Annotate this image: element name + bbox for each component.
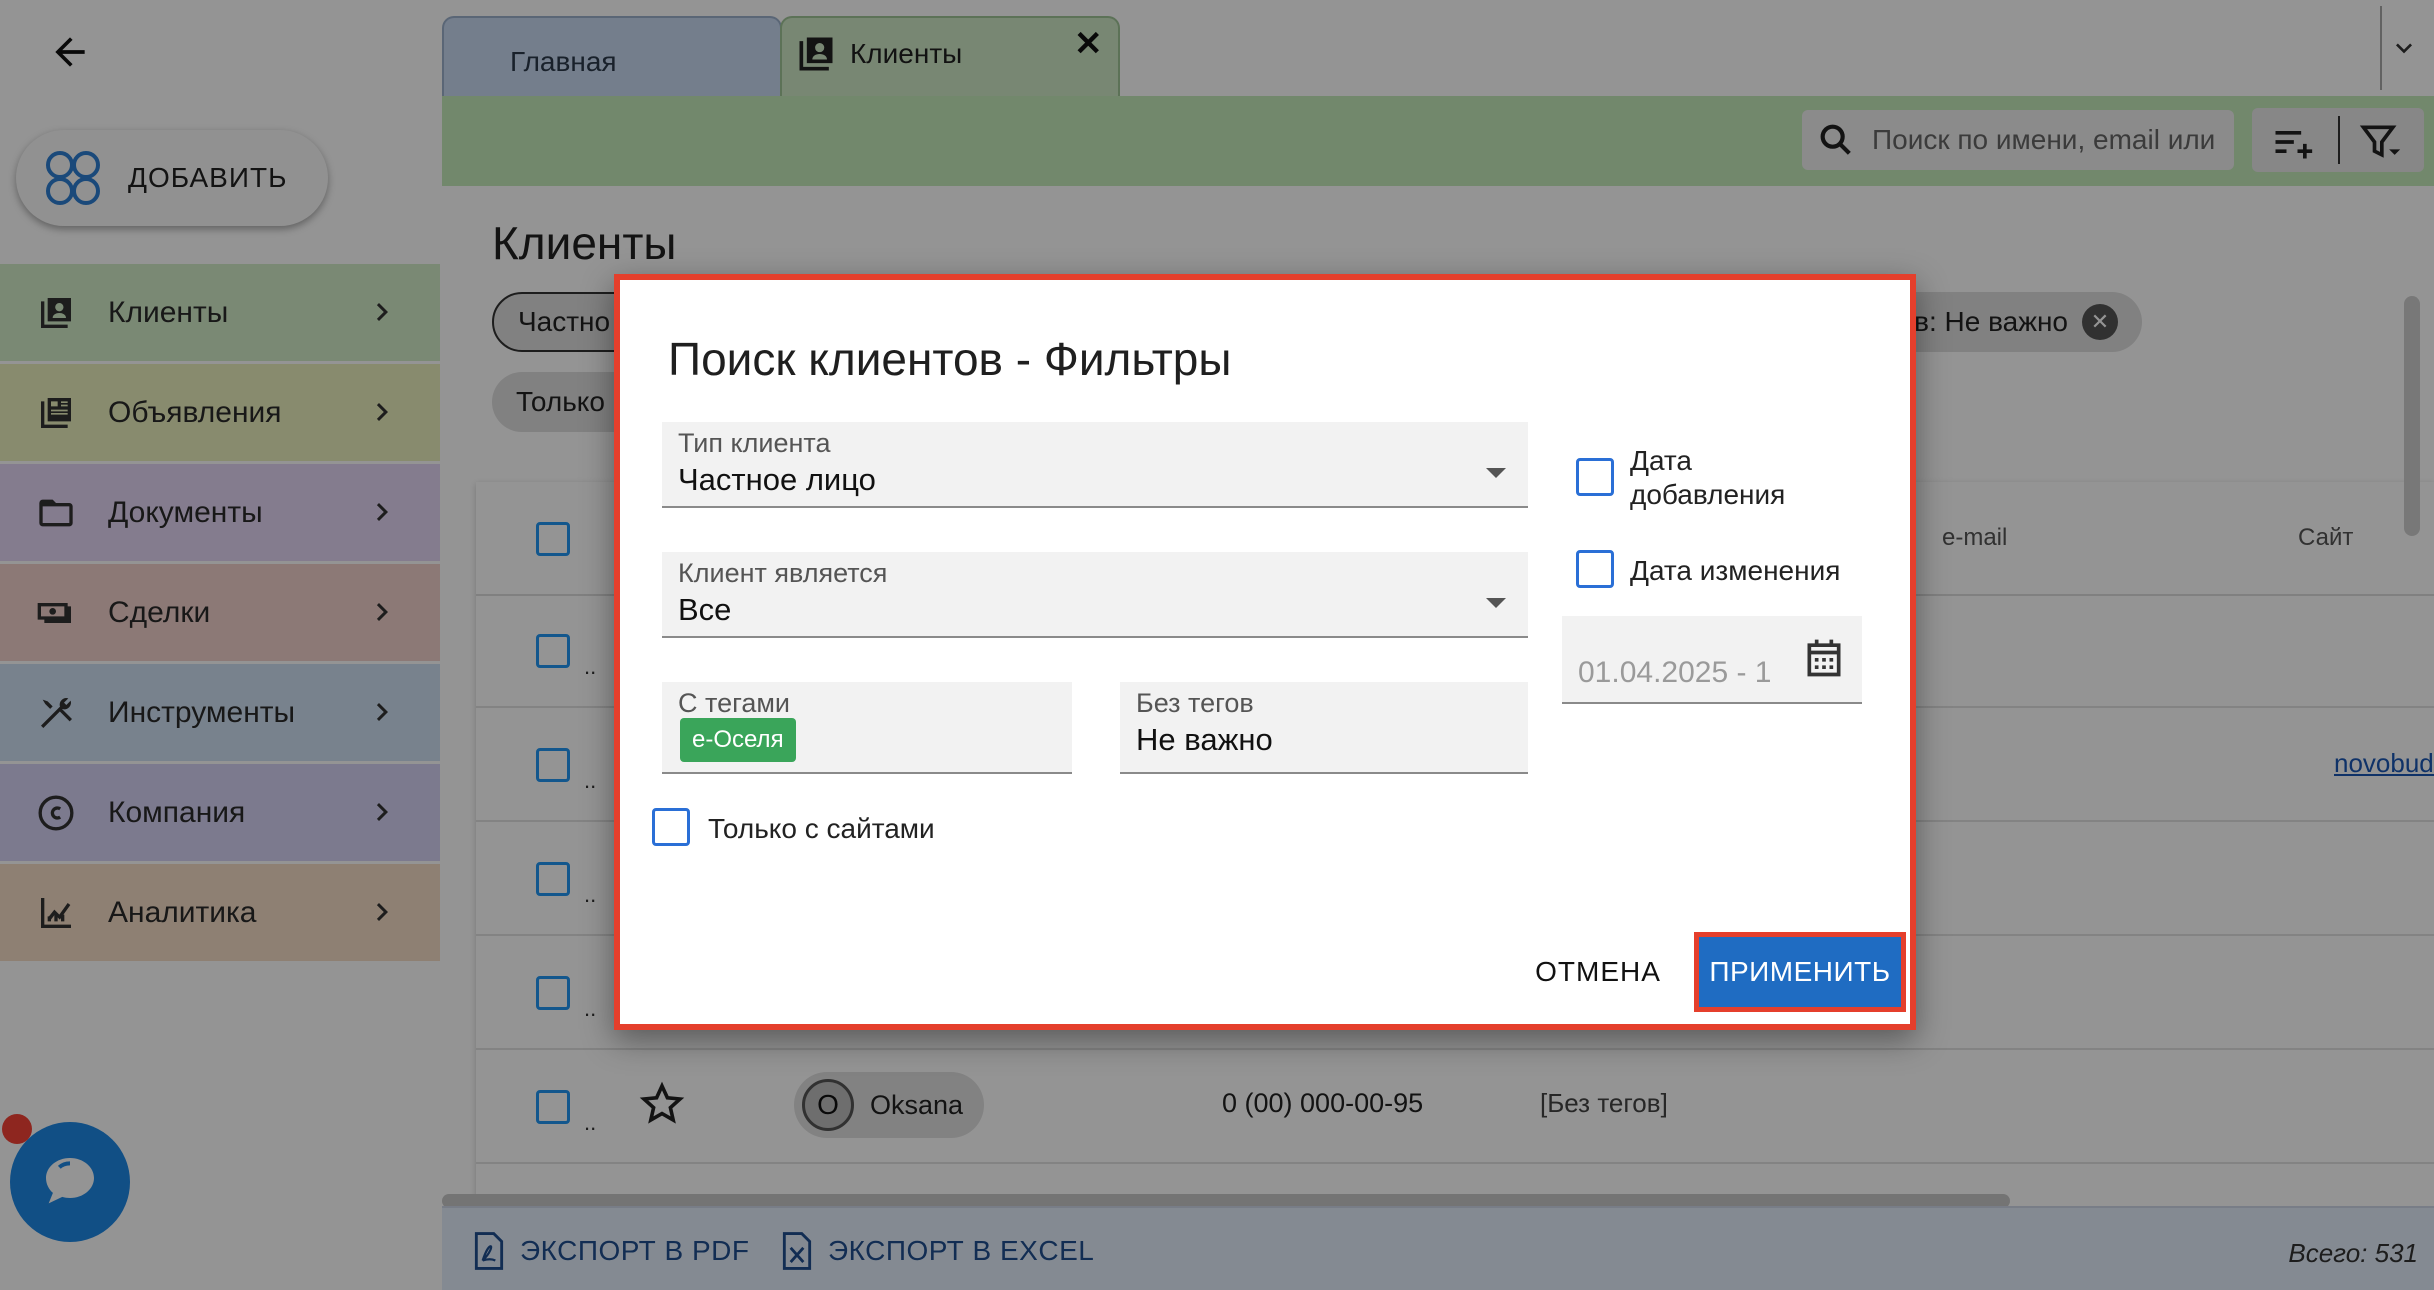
filter-dialog: Поиск клиентов - Фильтры Тип клиента Час… [614,274,1916,1030]
field-label: Без тегов [1136,688,1254,718]
dropdown-arrow-icon [1486,468,1506,478]
field-label: С тегами [678,688,790,718]
cancel-button[interactable]: ОТМЕНА [1530,956,1666,1000]
field-value: Частное лицо [678,462,876,497]
date-added-label-1: Дата [1630,445,1693,476]
calendar-icon[interactable] [1802,636,1846,680]
date-changed-checkbox[interactable] [1576,550,1614,588]
tag-chip[interactable]: е-Оселя [680,718,796,762]
field-value: Не важно [1136,722,1273,757]
with-tags-field[interactable]: С тегами е-Оселя [662,682,1072,774]
date-range-value: 01.04.2025 - 1 [1578,656,1772,689]
dialog-title: Поиск клиентов - Фильтры [668,333,1232,385]
date-changed-label: Дата изменения [1630,555,1841,586]
date-range-input[interactable]: 01.04.2025 - 1 [1562,616,1862,704]
dropdown-arrow-icon [1486,598,1506,608]
only-sites-checkbox[interactable] [652,808,690,846]
field-label: Клиент является [678,558,888,588]
date-added-checkbox[interactable] [1576,458,1614,496]
app-window: ДОБАВИТЬ Клиенты Объявления Документы Сд… [0,0,2434,1290]
without-tags-field[interactable]: Без тегов Не важно [1120,682,1528,774]
field-label: Тип клиента [678,428,831,458]
apply-label: ПРИМЕНИТЬ [1709,956,1891,987]
apply-button[interactable]: ПРИМЕНИТЬ [1694,932,1906,1012]
field-value: Все [678,592,732,627]
date-added-label-2: добавления [1630,479,1786,510]
client-is-select[interactable]: Клиент является Все [662,552,1528,638]
client-type-select[interactable]: Тип клиента Частное лицо [662,422,1528,508]
only-sites-label: Только с сайтами [708,813,935,844]
